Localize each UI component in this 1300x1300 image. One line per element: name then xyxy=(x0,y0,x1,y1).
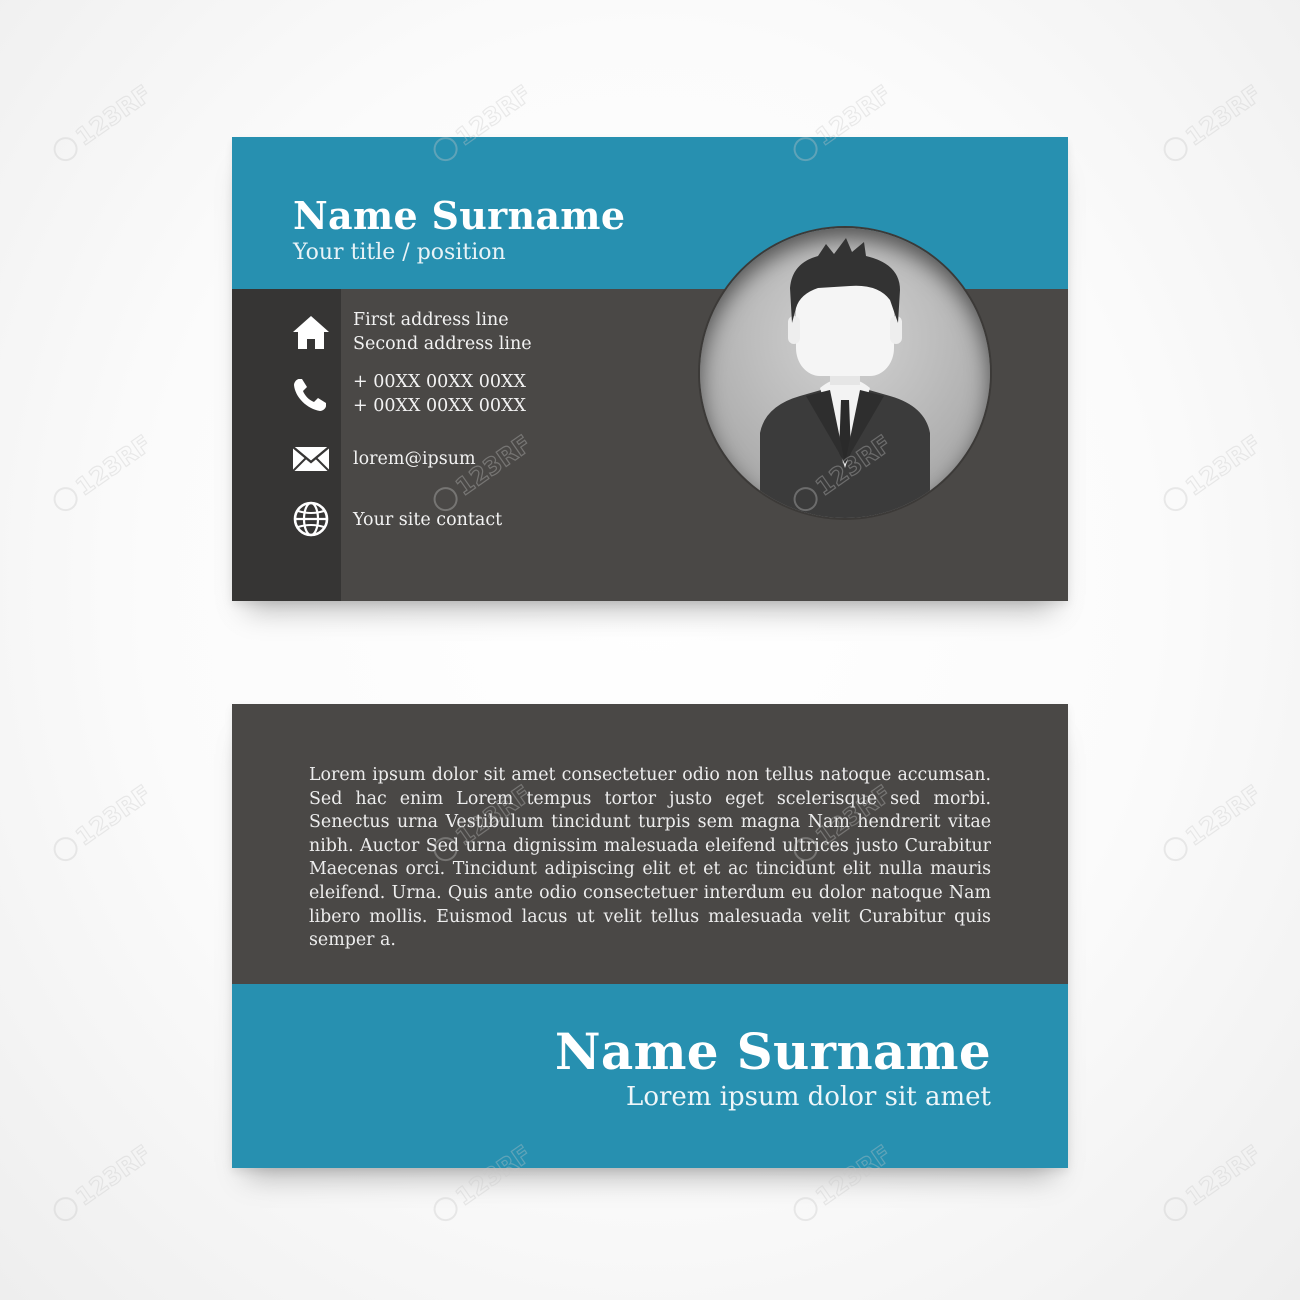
phone-1: + 00XX 00XX 00XX xyxy=(353,372,526,392)
svg-text:123RF: 123RF xyxy=(1181,1140,1267,1212)
svg-text:123RF: 123RF xyxy=(71,80,157,152)
address-line-2: Second address line xyxy=(353,334,532,354)
mail-icon xyxy=(290,439,332,479)
email-text: lorem@ipsum xyxy=(353,449,476,469)
home-icon xyxy=(290,313,332,353)
watermark: 123RF xyxy=(1147,420,1274,530)
watermark: 123RF xyxy=(37,70,164,180)
watermark: 123RF xyxy=(37,420,164,530)
business-card-front: Name Surname Your title / position First… xyxy=(232,137,1068,601)
back-card-name: Name Surname xyxy=(554,1022,991,1081)
card-position: Your title / position xyxy=(293,240,506,265)
website-text: Your site contact xyxy=(353,510,503,530)
svg-text:123RF: 123RF xyxy=(71,780,157,852)
watermark: 123RF xyxy=(1147,1130,1274,1240)
svg-text:123RF: 123RF xyxy=(71,1140,157,1212)
globe-icon xyxy=(290,499,332,539)
svg-text:123RF: 123RF xyxy=(1181,80,1267,152)
business-card-back: Lorem ipsum dolor sit amet consectetuer … xyxy=(232,704,1068,1168)
watermark: 123RF xyxy=(37,1130,164,1240)
phone-icon xyxy=(290,375,332,415)
watermark: 123RF xyxy=(1147,770,1274,880)
back-body-text: Lorem ipsum dolor sit amet consectetuer … xyxy=(309,765,991,951)
person-icon xyxy=(760,238,930,518)
svg-text:123RF: 123RF xyxy=(1181,780,1267,852)
watermark: 123RF xyxy=(37,770,164,880)
card-name: Name Surname xyxy=(293,193,626,238)
svg-text:123RF: 123RF xyxy=(71,430,157,502)
avatar xyxy=(700,228,990,518)
back-tagline: Lorem ipsum dolor sit amet xyxy=(626,1082,991,1112)
watermark: 123RF xyxy=(1147,70,1274,180)
phone-2: + 00XX 00XX 00XX xyxy=(353,396,526,416)
svg-text:123RF: 123RF xyxy=(1181,430,1267,502)
address-line-1: First address line xyxy=(353,310,509,330)
